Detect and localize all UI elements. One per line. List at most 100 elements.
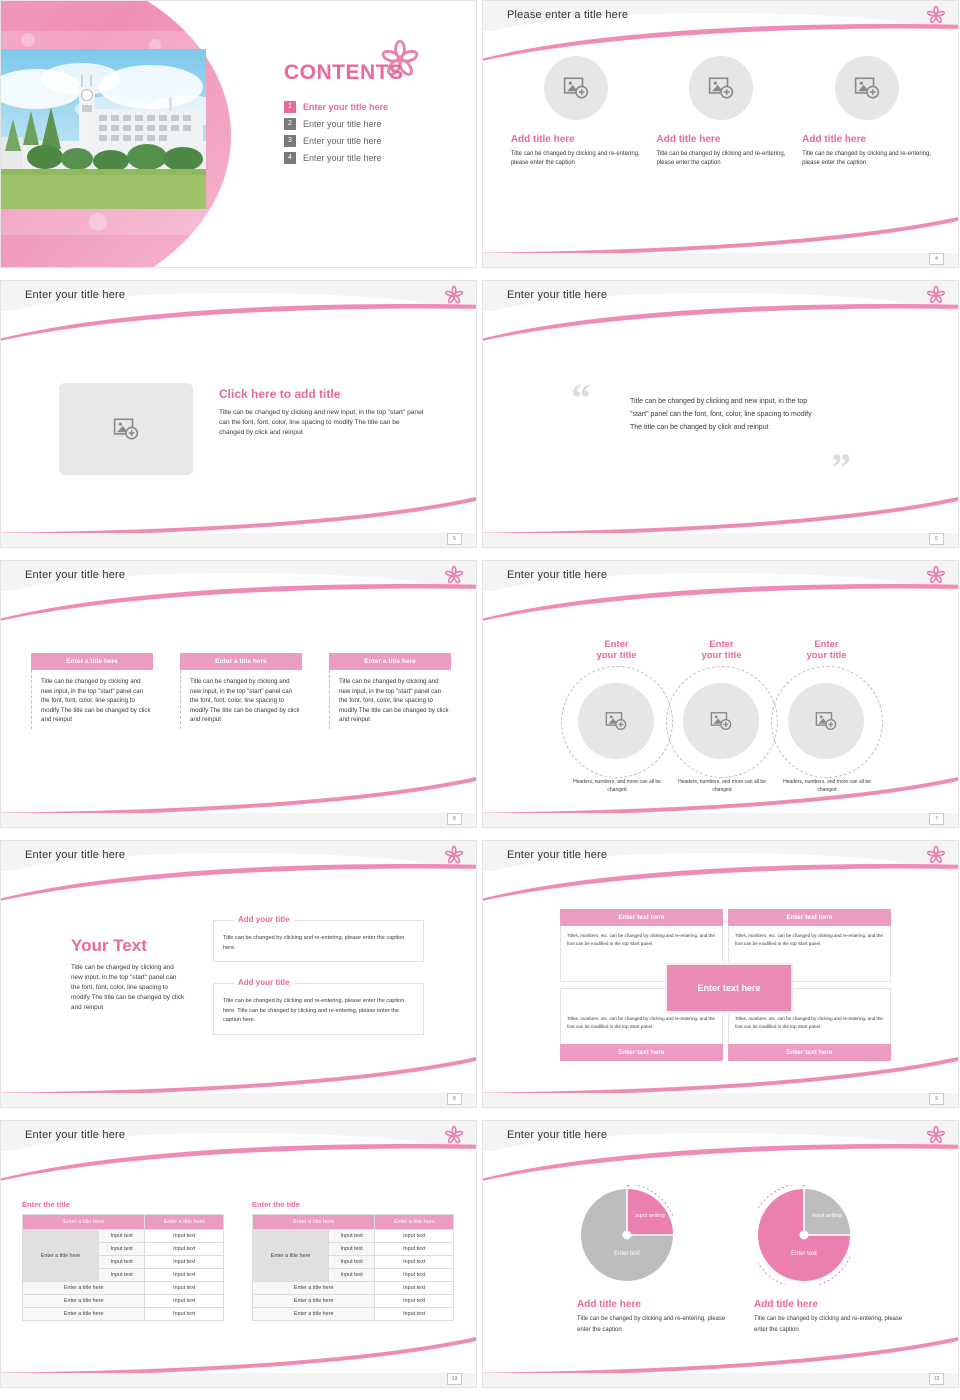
info-box[interactable]: Add your title Title can be changed by c… [213, 915, 424, 962]
swoosh-bottom [483, 497, 958, 537]
pie-chart-2-graphic [749, 1182, 857, 1289]
table-cell: Input text [374, 1268, 454, 1282]
circle-title-line2: your title [701, 650, 742, 662]
info-box[interactable]: Add your title Title can be changed by c… [213, 978, 424, 1035]
slide-title: Enter your title here [25, 849, 126, 861]
quadrant-header: Enter text here [728, 1044, 891, 1061]
slide-three-circles[interactable]: Please enter a title here Add title here… [482, 0, 959, 268]
pie-chart-2[interactable]: input writing Enter text [749, 1182, 857, 1289]
table-block-left: Enter the title Enter a title here Enter… [21, 1200, 224, 1321]
slide-quote[interactable]: Enter your title here “ Title can be cha… [482, 280, 959, 548]
quadrant-body: Titles, numbers, etc. can be changed by … [567, 1016, 715, 1029]
chart-body: Title can be changed by clicking and re-… [577, 1316, 726, 1333]
slide-image-and-text[interactable]: Enter your title here Click here to add … [0, 280, 477, 548]
circle-title-line2: your title [596, 650, 637, 662]
contents-heading: CONTENTS [284, 61, 404, 84]
table-cell: Input text [144, 1281, 224, 1295]
toc-number: 3 [284, 135, 296, 147]
flower-icon [926, 565, 946, 584]
quote-close-mark: ” [831, 445, 851, 490]
text-block: Click here to add title Title can be cha… [219, 387, 425, 439]
slide-tables[interactable]: Enter your title here Enter the title En… [0, 1120, 477, 1388]
quadrant-header: Enter text here [560, 909, 723, 926]
quadrant-header: Enter text here [728, 909, 891, 926]
slide-footer [1, 533, 476, 547]
add-image-icon [815, 712, 837, 730]
table-cell: Input text [328, 1268, 376, 1282]
big-title: Your Text [71, 936, 147, 955]
slide-your-text[interactable]: Enter your title here Your Text Title ca… [0, 840, 477, 1108]
slide-title: Please enter a title here [507, 9, 629, 21]
add-image-icon [605, 712, 627, 730]
big-body: Title can be changed by clicking and new… [71, 964, 185, 1011]
circle-card[interactable]: Add title here Title can be changed by c… [656, 56, 786, 169]
toc-item-3[interactable]: 3 Enter your title here [284, 135, 404, 147]
image-placeholder[interactable] [578, 683, 654, 759]
table-caption: Enter the title [252, 1200, 300, 1209]
slide-footer [1, 813, 476, 827]
page-number: 6 [929, 533, 944, 545]
column-card[interactable]: Enter a title here Title can be changed … [329, 653, 451, 730]
chart-title: Add title here [754, 1299, 818, 1310]
image-placeholder[interactable] [689, 56, 754, 120]
toc-item-2[interactable]: 2 Enter your title here [284, 118, 404, 130]
swoosh-bottom [483, 1337, 958, 1377]
center-label[interactable]: Enter text here [665, 963, 793, 1013]
pie-caption-2: Add title here Title can be changed by c… [754, 1299, 904, 1336]
table-cell: Input text [374, 1242, 454, 1256]
slide-title: Enter your title here [507, 849, 608, 861]
flower-icon [926, 1125, 946, 1144]
slide-cover-contents[interactable]: CONTENTS 1 Enter your title here 2 Enter… [0, 0, 477, 268]
image-placeholder[interactable] [788, 683, 864, 759]
pie-chart-1[interactable]: input writing Enter text [581, 1182, 680, 1285]
data-table[interactable]: Enter a title here Enter a title here En… [251, 1214, 454, 1321]
swoosh-bottom [1, 497, 476, 537]
circle-title: Enter your title [779, 639, 874, 662]
table-header-cell: Enter a title here [21, 1214, 146, 1230]
column-card[interactable]: Enter a title here Title can be changed … [180, 653, 302, 730]
image-placeholder[interactable] [835, 56, 900, 120]
add-image-icon [854, 77, 880, 99]
circle-title-line2: your title [806, 650, 847, 662]
circle-card[interactable]: Add title here Title can be changed by c… [511, 56, 641, 169]
toc-label: Enter your title here [303, 119, 382, 129]
swoosh-bottom [483, 1057, 958, 1097]
toc-item-4[interactable]: 4 Enter your title here [284, 152, 404, 164]
slide-overlap-circles[interactable]: Enter your title here Enter your title E… [482, 560, 959, 828]
row-gap [0, 270, 960, 280]
image-placeholder[interactable] [543, 56, 608, 120]
slide-footer [483, 1093, 958, 1107]
table-caption: Enter the title [22, 1200, 70, 1209]
table-row-header: Enter a title here [251, 1229, 330, 1282]
card-body: Title can be changed by clicking and re-… [656, 151, 786, 167]
swoosh-top [483, 864, 958, 901]
circle-caption: Headers, numbers, and more can all be ch… [678, 779, 766, 793]
data-table[interactable]: Enter a title here Enter a title here En… [21, 1214, 224, 1321]
table-cell: Input text [374, 1255, 454, 1269]
table-row: Enter a title here Input text [21, 1307, 224, 1321]
slide-title: Enter your title here [507, 1129, 608, 1141]
image-placeholder[interactable] [59, 383, 193, 475]
circle-card[interactable]: Add title here Title can be changed by c… [802, 56, 932, 169]
table-block-right: Enter the title Enter a title here Enter… [251, 1200, 454, 1321]
toc-item-1[interactable]: 1 Enter your title here [284, 101, 404, 113]
add-image-icon [709, 77, 734, 99]
slide-donut-charts[interactable]: Enter your title here input writing Ente… [482, 1120, 959, 1388]
add-image-icon [563, 77, 589, 99]
slide-three-columns[interactable]: Enter your title here Enter a title here… [0, 560, 477, 828]
column-header: Enter a title here [180, 653, 302, 670]
table-row: Enter a title here Input text Input text [21, 1229, 224, 1282]
column-card[interactable]: Enter a title here Title can be changed … [31, 653, 153, 730]
slide-four-quadrant[interactable]: Enter your title here Enter text here Ti… [482, 840, 959, 1108]
chart-body: Title can be changed by clicking and re-… [754, 1316, 903, 1333]
table-row: Enter a title here Input text [251, 1307, 454, 1321]
image-placeholder[interactable] [683, 683, 759, 759]
flower-icon [444, 285, 464, 304]
swoosh-top [1, 304, 476, 341]
table-cell: Enter a title here [251, 1294, 376, 1308]
cover-photo [1, 49, 206, 209]
circle-title-line1: Enter [709, 639, 734, 650]
table-cell: Input text [374, 1294, 454, 1308]
page-number: 15 [929, 1373, 944, 1385]
column-cards: Enter a title here Title can be changed … [31, 653, 451, 730]
